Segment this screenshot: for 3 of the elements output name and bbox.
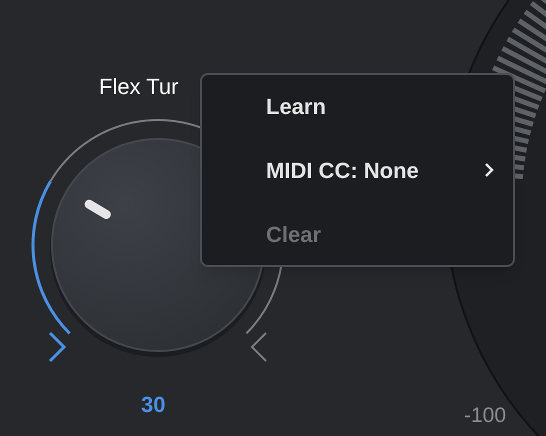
knob-value: 30 xyxy=(141,391,166,419)
knob-label: Flex Tur xyxy=(99,73,178,101)
dial-reading: -100 xyxy=(464,403,506,429)
